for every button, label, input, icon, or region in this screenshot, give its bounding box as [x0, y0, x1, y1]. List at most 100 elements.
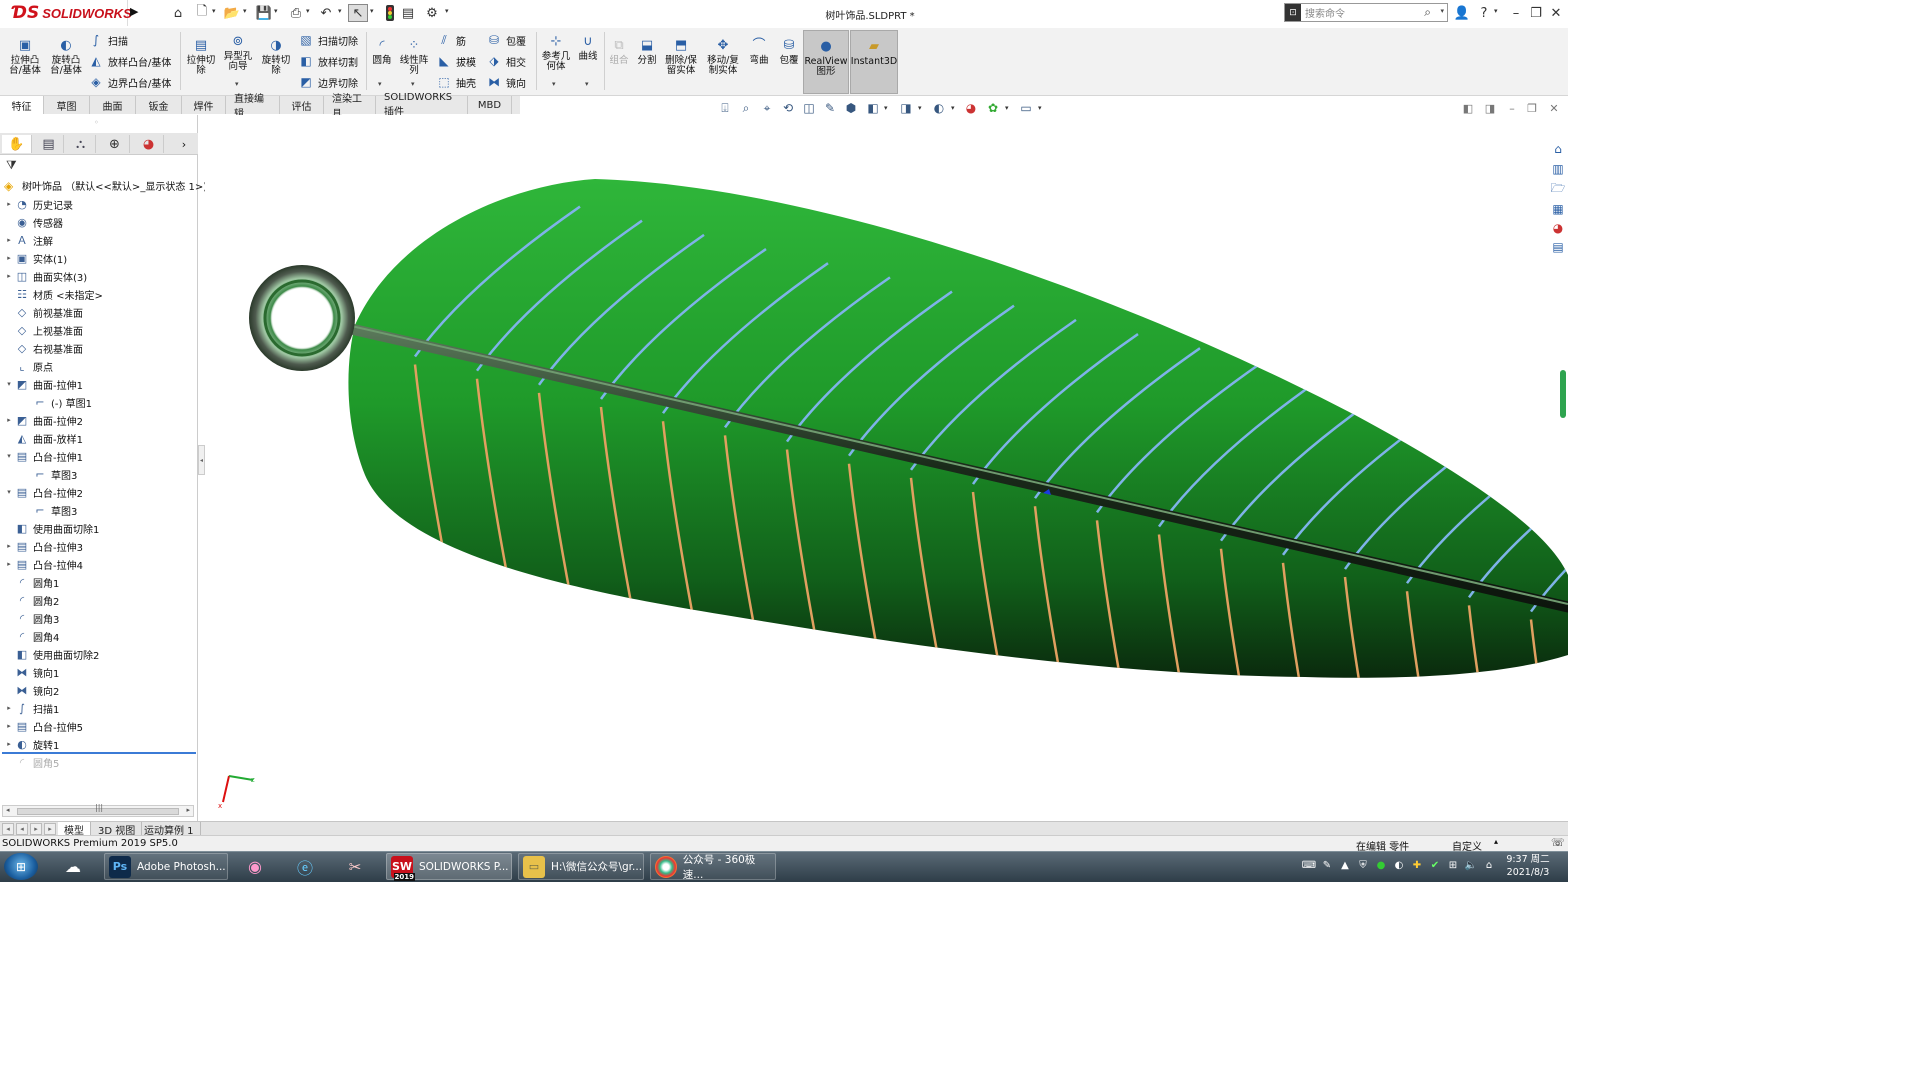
mirror-button[interactable]: ⧓ 镜向	[486, 74, 526, 90]
view-orientation-cube-icon[interactable]: ⬢	[842, 100, 860, 116]
home-icon[interactable]: ⌂	[168, 4, 188, 22]
next-tab-icon[interactable]: ▸	[30, 823, 42, 835]
draft-button[interactable]: ◣ 拔模	[436, 53, 476, 69]
baidu-netdisk-icon[interactable]: ☁	[58, 853, 88, 880]
rib-button[interactable]: ⫽ 筋	[436, 32, 466, 48]
menu-expand-arrow-icon[interactable]: ▶	[130, 5, 142, 21]
expand-arrow-icon[interactable]: ▾	[4, 452, 14, 460]
hole-wizard-dropdown-icon[interactable]: ▾	[235, 80, 239, 88]
expand-arrow-icon[interactable]: ▾	[4, 488, 14, 496]
tree-item[interactable]: ▸ ▤ 凸台-拉伸3	[4, 537, 83, 555]
doc-minimize-icon[interactable]: –	[1504, 101, 1520, 115]
hole-wizard-button[interactable]: ⊚ 异型孔 向导	[220, 34, 256, 72]
options-gear-icon[interactable]: ⚙	[422, 4, 442, 22]
tab-9[interactable]: SOLIDWORKS 插件	[376, 92, 468, 118]
expand-arrow-icon[interactable]: ▸	[4, 200, 14, 208]
snipping-tool-icon[interactable]: ✂	[340, 853, 370, 880]
custom-properties-icon[interactable]: ▤	[1549, 238, 1567, 256]
tab-7[interactable]: 评估	[280, 96, 324, 114]
monitor-dropdown-icon[interactable]: ▾	[1038, 104, 1042, 112]
tree-item[interactable]: ▸ ◐ 旋转1	[4, 735, 59, 753]
instant3d-button[interactable]: ▰ Instant3D	[850, 30, 898, 94]
tree-item[interactable]: ◜ 圆角5	[4, 753, 60, 771]
scroll-right-icon[interactable]: ▸	[186, 806, 190, 814]
select-cursor-icon[interactable]: ↖	[348, 4, 368, 22]
boundary-boss-button[interactable]: ◈ 边界凸台/基体	[88, 74, 171, 90]
wechat-icon[interactable]: ●	[1374, 858, 1388, 872]
tree-item[interactable]: ⌐ 草图3	[22, 501, 77, 519]
leaf-pendant-model[interactable]	[205, 115, 1568, 821]
browser-e-icon[interactable]: ⓔ	[290, 853, 320, 880]
taskbar-clock[interactable]: 9:37 周二 2021/8/3	[1500, 853, 1556, 881]
combine-button[interactable]: ⧉ 组合	[606, 38, 632, 66]
tab-5[interactable]: 焊件	[182, 96, 226, 114]
boundary-cut-button[interactable]: ◩ 边界切除	[298, 74, 358, 90]
monitor-display-icon[interactable]: ▭	[1017, 100, 1035, 116]
curves-button[interactable]: ∪ 曲线	[574, 34, 602, 62]
tree-item[interactable]: ⧓ 镜向1	[4, 663, 60, 681]
zoom-to-fit-icon[interactable]: ⌕	[737, 100, 755, 116]
more-tabs-arrow-icon[interactable]: ›	[172, 135, 196, 153]
tree-item[interactable]: ◧ 使用曲面切除2	[4, 645, 100, 663]
last-tab-icon[interactable]: ▸	[44, 823, 56, 835]
hide-show-dropdown-icon[interactable]: ▾	[918, 104, 922, 112]
open-folder-icon[interactable]: 📂	[222, 4, 242, 22]
tree-item[interactable]: ⌞ 原点	[4, 357, 53, 375]
flex-button[interactable]: ⌒ 弯曲	[746, 38, 772, 66]
network-icon[interactable]: ⊞	[1446, 858, 1460, 872]
security-shield-icon[interactable]: ⛨	[1356, 858, 1370, 872]
tray-app-icon[interactable]: ✚	[1410, 858, 1424, 872]
display-manager-tab-icon[interactable]: ◕	[134, 135, 164, 153]
tree-item[interactable]: ◭ 曲面-放样1	[4, 429, 83, 447]
design-library-icon[interactable]: ▥	[1549, 160, 1567, 178]
revolve-cut-button[interactable]: ◑ 旋转切 除	[258, 38, 294, 76]
bottom-tab-3[interactable]: 运动算例 1	[138, 822, 201, 837]
save-icon[interactable]: 💾	[254, 4, 274, 22]
configuration-manager-tab-icon[interactable]: ⛬	[66, 135, 96, 153]
solidworks-resources-icon[interactable]: ⌂	[1549, 140, 1567, 158]
curves-dropdown-icon[interactable]: ▾	[585, 80, 589, 88]
tab-6[interactable]: 直接编辑	[226, 94, 280, 120]
expand-arrow-icon[interactable]: ▸	[4, 416, 14, 424]
dimxpert-manager-tab-icon[interactable]: ⊕	[100, 135, 130, 153]
zoom-to-area-icon[interactable]: ⌖	[758, 100, 776, 116]
notification-icon[interactable]: ▲	[1338, 858, 1352, 872]
wrap-feature-button[interactable]: ⛁ 包覆	[776, 38, 802, 66]
new-dropdown-icon[interactable]: ▾	[212, 7, 216, 15]
extrude-boss-button[interactable]: ▣ 拉伸凸 台/基体	[6, 38, 44, 76]
view-settings-icon[interactable]: ✿	[984, 100, 1002, 116]
tree-item[interactable]: ▾ ▤ 凸台-拉伸1	[4, 447, 83, 465]
expand-arrow-icon[interactable]: ▸	[4, 722, 14, 730]
edit-appearance-icon[interactable]: ◐	[930, 100, 948, 116]
view-settings-dropdown-icon[interactable]: ▾	[1005, 104, 1009, 112]
tree-item[interactable]: ⌐ 草图3	[22, 465, 77, 483]
expand-arrow-icon[interactable]: ▾	[4, 380, 14, 388]
expand-arrow-icon[interactable]: ▸	[4, 740, 14, 748]
tree-item[interactable]: ▸ ∫ 扫描1	[4, 699, 59, 717]
solidworks-logo[interactable]: ƊS SOLIDWORKS	[0, 0, 132, 26]
taskbar-browser[interactable]: 公众号 - 360极速...	[650, 853, 776, 881]
tab-3[interactable]: 曲面	[90, 96, 136, 114]
revolve-boss-button[interactable]: ◐ 旋转凸 台/基体	[47, 38, 85, 76]
doc-close-icon[interactable]: ✕	[1546, 101, 1562, 115]
open-dropdown-icon[interactable]: ▾	[243, 7, 247, 15]
expand-arrow-icon[interactable]: ▸	[4, 272, 14, 280]
tree-item[interactable]: ◇ 前视基准面	[4, 303, 83, 321]
apply-scene-icon[interactable]: ◕	[962, 100, 980, 116]
tree-item[interactable]: ◜ 圆角2	[4, 591, 60, 609]
tree-item[interactable]: ▾ ◩ 曲面-拉伸1	[4, 375, 83, 393]
property-manager-tab-icon[interactable]: ▤	[34, 135, 64, 153]
search-input[interactable]: 搜索命令	[1305, 5, 1345, 20]
ime-icon[interactable]: ◐	[1392, 858, 1406, 872]
display-style-icon[interactable]: ◧	[864, 100, 882, 116]
split-button[interactable]: ⬓ 分割	[634, 38, 660, 66]
bottom-tab-1[interactable]: 模型	[58, 822, 91, 837]
expand-arrow-icon[interactable]: ▸	[4, 236, 14, 244]
realview-graphics-button[interactable]: ● RealView 图形	[803, 30, 849, 94]
help-dropdown-icon[interactable]: ▾	[1494, 7, 1498, 15]
help-icon[interactable]: ?	[1474, 4, 1494, 22]
tree-item[interactable]: ▸ ▤ 凸台-拉伸5	[4, 717, 83, 735]
new-document-icon[interactable]: 🗋	[192, 4, 212, 22]
appearance-dropdown-icon[interactable]: ▾	[951, 104, 955, 112]
previous-view-icon[interactable]: ⟲	[779, 100, 797, 116]
